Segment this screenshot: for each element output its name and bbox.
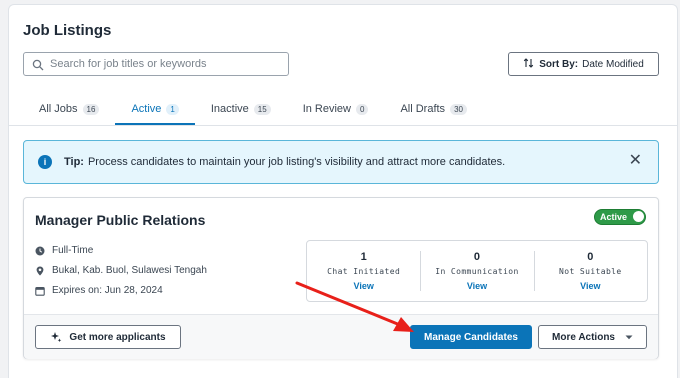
tab-in-review[interactable]: In Review 0: [287, 96, 385, 122]
tabs-divider: [8, 125, 678, 126]
toggle-knob: [633, 211, 644, 222]
sort-label: Sort By:: [539, 58, 579, 70]
tip-banner: i Tip: Process candidates to maintain yo…: [23, 140, 659, 184]
manage-candidates-button[interactable]: Manage Candidates: [410, 325, 532, 349]
tab-count-badge: 15: [253, 103, 271, 115]
card-footer: Get more applicants Manage Candidates Mo…: [24, 314, 658, 359]
status-toggle[interactable]: Active: [594, 209, 646, 225]
close-icon[interactable]: ✕: [629, 153, 642, 169]
tab-count-badge: 1: [166, 103, 179, 115]
sort-value: Date Modified: [582, 58, 644, 70]
view-chat-initiated-link[interactable]: View: [353, 281, 373, 291]
info-icon: i: [38, 155, 52, 169]
tab-label: In Review: [302, 103, 351, 115]
page-title: Job Listings: [23, 22, 112, 39]
tab-all-drafts[interactable]: All Drafts 30: [384, 96, 483, 122]
chevron-down-icon: [625, 335, 633, 340]
stat-label: In Communication: [435, 267, 519, 276]
search-box[interactable]: [23, 52, 289, 76]
tab-label: All Jobs: [39, 103, 78, 115]
job-location-text: Bukal, Kab. Buol, Sulawesi Tengah: [52, 265, 207, 276]
search-icon: [32, 58, 44, 71]
sort-button[interactable]: Sort By: Date Modified: [508, 52, 659, 76]
tip-text: Process candidates to maintain your job …: [87, 156, 506, 168]
get-more-applicants-label: Get more applicants: [69, 331, 166, 343]
sort-icon: [523, 57, 535, 72]
status-toggle-label: Active: [600, 212, 628, 222]
tab-label: Inactive: [210, 103, 249, 115]
job-type-text: Full-Time: [52, 245, 94, 256]
stat-label: Chat Initiated: [327, 267, 401, 276]
sparkle-icon: [50, 331, 62, 343]
more-actions-label: More Actions: [552, 331, 615, 343]
stat-value: 0: [473, 251, 481, 263]
tab-count-badge: 16: [82, 103, 100, 115]
location-pin-icon: [35, 266, 45, 276]
tip-label: Tip:: [64, 156, 84, 168]
tab-label: All Drafts: [400, 103, 446, 115]
manage-candidates-label: Manage Candidates: [424, 331, 518, 343]
clock-icon: [35, 246, 45, 256]
tab-inactive[interactable]: Inactive 15: [195, 96, 287, 122]
stat-value: 1: [360, 251, 367, 263]
stat-label: Not Suitable: [559, 267, 622, 276]
job-title[interactable]: Manager Public Relations: [35, 212, 205, 228]
job-card: Manager Public Relations Active Full-Tim…: [23, 197, 659, 359]
stat-chat-initiated: 1 Chat Initiated View: [307, 241, 420, 301]
stat-in-communication: 0 In Communication View: [420, 241, 533, 301]
stat-not-suitable: 0 Not Suitable View: [533, 241, 647, 301]
stat-value: 0: [587, 251, 594, 263]
get-more-applicants-button[interactable]: Get more applicants: [35, 325, 181, 349]
tab-count-badge: 30: [450, 103, 467, 115]
job-expiry: Expires on: Jun 28, 2024: [35, 285, 163, 296]
tab-active[interactable]: Active 1: [115, 96, 196, 125]
tab-count-badge: 0: [355, 103, 369, 115]
job-type: Full-Time: [35, 245, 93, 256]
tab-label: Active: [131, 103, 162, 115]
view-not-suitable-link[interactable]: View: [580, 281, 600, 291]
view-in-communication-link[interactable]: View: [467, 281, 487, 291]
job-expiry-text: Expires on: Jun 28, 2024: [52, 285, 163, 296]
search-input[interactable]: [50, 58, 280, 70]
status-tabs: All Jobs 16 Active 1 Inactive 15 In Revi…: [23, 96, 483, 126]
calendar-icon: [35, 286, 45, 296]
job-location: Bukal, Kab. Buol, Sulawesi Tengah: [35, 265, 207, 276]
tab-all-jobs[interactable]: All Jobs 16: [23, 96, 115, 122]
more-actions-button[interactable]: More Actions: [538, 325, 647, 349]
candidate-stats: 1 Chat Initiated View 0 In Communication…: [306, 240, 648, 302]
